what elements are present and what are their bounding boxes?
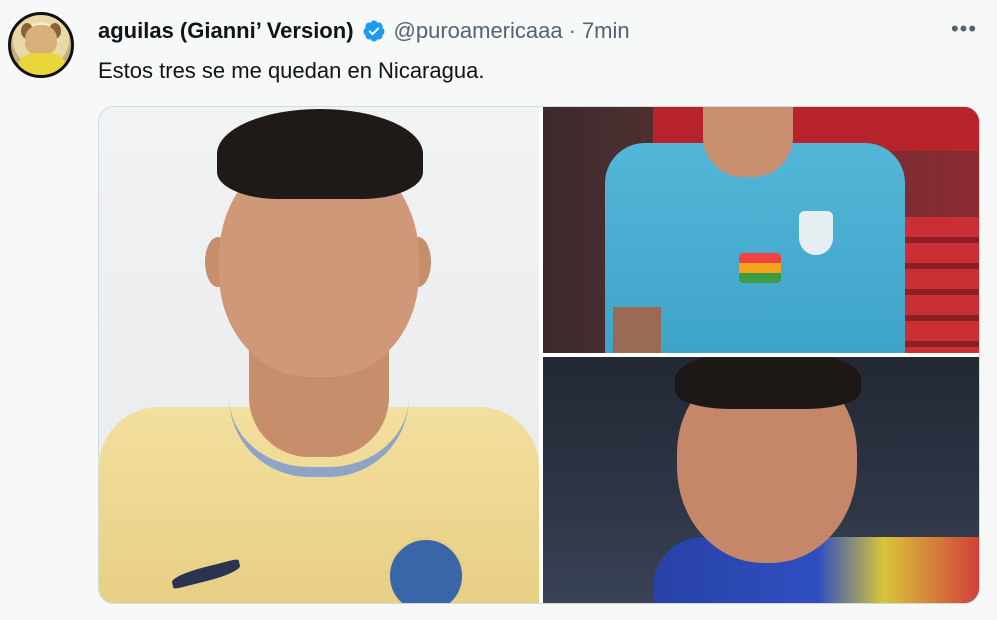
player-neck xyxy=(703,107,793,177)
club-crest-icon xyxy=(799,211,833,255)
sponsor-logo-icon xyxy=(739,253,781,283)
tweet-card[interactable]: aguilas (Gianni’ Version) @puroamericaaa… xyxy=(0,0,997,620)
avatar[interactable] xyxy=(8,12,74,78)
player-hair xyxy=(217,109,423,199)
separator-dot: · xyxy=(568,18,576,43)
tweet-header: aguilas (Gianni’ Version) @puroamericaaa… xyxy=(98,16,630,46)
display-name[interactable]: aguilas (Gianni’ Version) xyxy=(98,18,354,44)
player-hair xyxy=(675,357,861,409)
avatar-dog-shirt xyxy=(19,53,65,75)
player-photo-left[interactable] xyxy=(99,107,539,603)
verified-badge-icon[interactable] xyxy=(362,19,386,43)
player-photo-top-right[interactable] xyxy=(543,107,979,353)
timestamp[interactable]: 7min xyxy=(582,18,630,44)
media-grid xyxy=(98,106,980,604)
tweet-text: Estos tres se me quedan en Nicaragua. xyxy=(98,58,485,83)
avatar-dog-head xyxy=(25,25,57,55)
handle[interactable]: @puroamericaaa xyxy=(394,18,563,44)
player-arm xyxy=(613,307,661,353)
more-options-icon[interactable]: ••• xyxy=(949,14,979,44)
player-photo-bottom-right[interactable] xyxy=(543,357,979,603)
